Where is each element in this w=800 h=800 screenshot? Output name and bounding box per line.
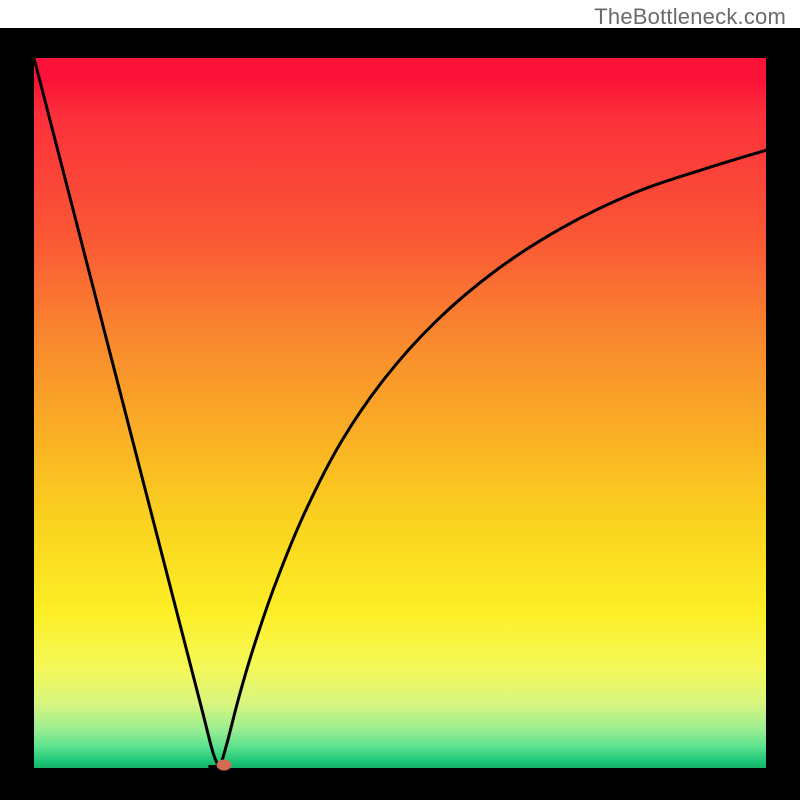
bottleneck-marker	[217, 759, 232, 770]
chart-container: TheBottleneck.com	[0, 0, 800, 800]
curve-layer	[34, 58, 766, 768]
watermark-text: TheBottleneck.com	[594, 4, 786, 30]
curve-right-branch	[220, 150, 766, 768]
curve-left-branch	[34, 58, 220, 768]
plot-area	[34, 58, 766, 768]
chart-outer-frame	[0, 28, 800, 800]
